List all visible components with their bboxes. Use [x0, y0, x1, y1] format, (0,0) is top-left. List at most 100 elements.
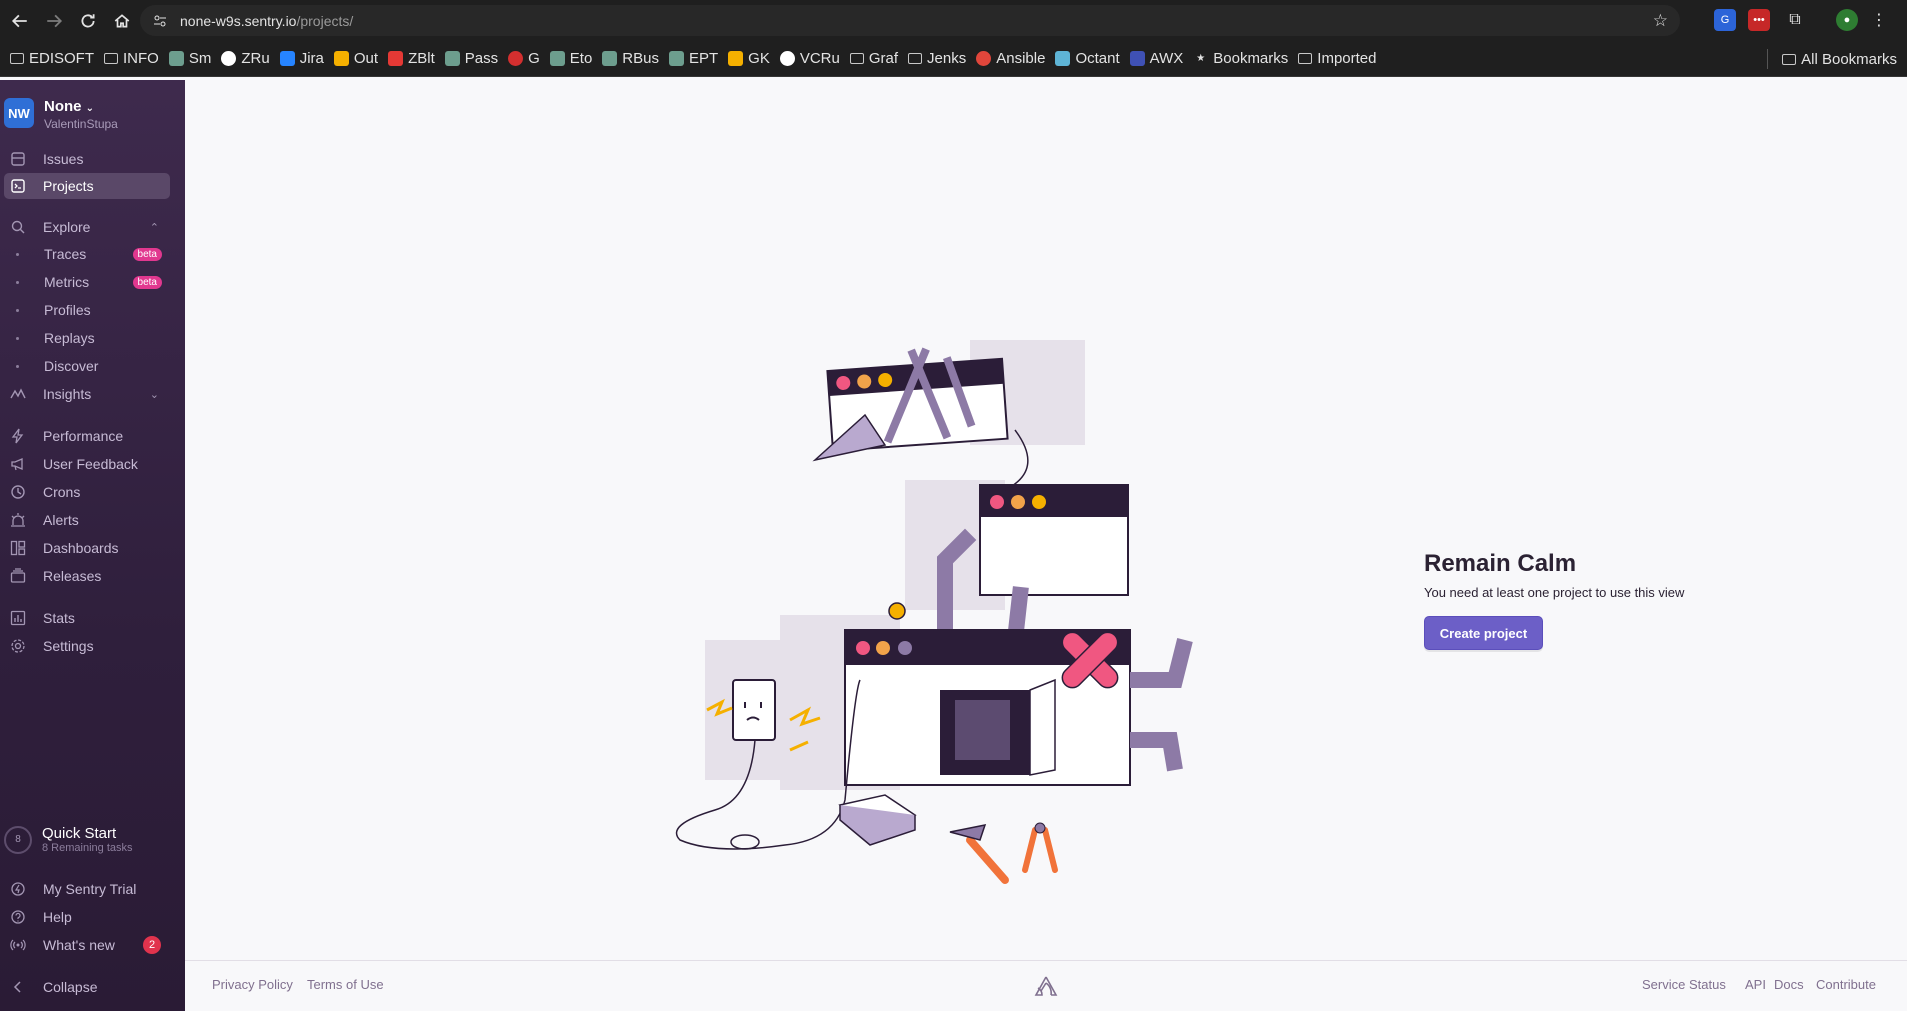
octant-icon — [1055, 51, 1071, 66]
quick-start[interactable]: 8 Quick Start 8 Remaining tasks — [4, 825, 133, 854]
star-icon: ★ — [1196, 53, 1206, 64]
browser-menu-icon[interactable]: ⋮ — [1868, 9, 1890, 31]
bullet — [16, 252, 19, 256]
sidebar-item-label: Performance — [43, 428, 124, 444]
bookmark-star-icon[interactable]: ☆ — [1653, 11, 1668, 31]
sidebar-item-settings[interactable]: Settings — [0, 633, 185, 659]
bookmark-label: ZBlt — [408, 50, 435, 67]
chevron-down-icon: ⌄ — [85, 103, 95, 114]
gear-icon — [10, 638, 26, 654]
g-icon — [508, 51, 524, 66]
bookmark-out[interactable]: Out — [333, 50, 378, 67]
sidebar-item-explore[interactable]: Explore ⌃ — [0, 214, 185, 240]
bookmark-pass[interactable]: Pass — [444, 50, 498, 67]
bookmark-zblt[interactable]: ZBlt — [388, 50, 435, 67]
translate-extension-icon[interactable]: G — [1714, 9, 1736, 31]
rbus-icon — [602, 51, 618, 66]
sidebar-item-whats-new[interactable]: What's new 2 — [0, 932, 185, 958]
privacy-policy-link[interactable]: Privacy Policy — [212, 977, 293, 992]
bookmark-jenks[interactable]: Jenks — [908, 50, 966, 67]
sidebar-collapse[interactable]: Collapse — [0, 974, 185, 1000]
bookmark-imported[interactable]: Imported — [1298, 50, 1376, 67]
ept-icon — [668, 51, 684, 66]
broadcast-icon — [10, 937, 26, 953]
bookmark-bookmarks[interactable]: ★ Bookmarks — [1193, 50, 1288, 67]
address-bar[interactable]: none-w9s.sentry.io/projects/ ☆ — [140, 5, 1680, 36]
sidebar-item-user-feedback[interactable]: User Feedback — [0, 451, 185, 477]
sidebar-item-label: Replays — [44, 330, 95, 346]
org-switcher[interactable]: NW None ⌄ ValentinStupa — [4, 98, 118, 131]
bookmark-label: EDISOFT — [29, 50, 95, 67]
empty-state-title: Remain Calm — [1424, 550, 1577, 577]
clock-icon — [10, 484, 26, 500]
globe-icon — [221, 51, 237, 66]
sidebar-item-performance[interactable]: Performance — [0, 423, 185, 449]
whats-new-count-badge: 2 — [143, 936, 161, 954]
sidebar-item-help[interactable]: Help — [0, 904, 185, 930]
sidebar-item-dashboards[interactable]: Dashboards — [0, 535, 185, 561]
site-info-icon[interactable] — [152, 13, 168, 29]
main-content: Remain Calm You need at least one projec… — [185, 80, 1907, 960]
sidebar-item-insights[interactable]: Insights ⌄ — [0, 381, 185, 407]
bookmarks-divider — [1767, 49, 1769, 69]
sentry-logo-icon[interactable] — [1034, 975, 1058, 997]
api-link[interactable]: API — [1745, 977, 1766, 992]
org-avatar: NW — [4, 98, 34, 128]
bookmark-label: ZRu — [241, 50, 270, 67]
bookmark-label: Imported — [1317, 50, 1377, 67]
sidebar-item-alerts[interactable]: Alerts — [0, 507, 185, 533]
sidebar-item-replays[interactable]: Replays — [0, 325, 185, 351]
sidebar-item-label: Alerts — [43, 512, 79, 528]
contribute-link[interactable]: Contribute — [1816, 977, 1876, 992]
bookmark-eto[interactable]: Eto — [549, 50, 592, 67]
sidebar-item-label: Explore — [43, 219, 91, 235]
sidebar-item-discover[interactable]: Discover — [0, 353, 185, 379]
terms-of-use-link[interactable]: Terms of Use — [307, 977, 384, 992]
sidebar-item-crons[interactable]: Crons — [0, 479, 185, 505]
bookmark-rbus[interactable]: RBus — [602, 50, 659, 67]
service-status-link[interactable]: Service Status — [1642, 977, 1726, 992]
bookmark-label: Jenks — [927, 50, 967, 67]
url-path: /projects/ — [296, 12, 354, 29]
folder-icon — [10, 53, 24, 64]
bookmark-awx[interactable]: AWX — [1129, 50, 1183, 67]
sidebar-item-issues[interactable]: Issues — [0, 146, 185, 172]
all-bookmarks[interactable]: All Bookmarks — [1767, 41, 1897, 77]
sidebar-item-stats[interactable]: Stats — [0, 605, 185, 631]
extensions-icon[interactable]: ⧉ — [1784, 9, 1806, 31]
sidebar-item-label: Settings — [43, 638, 94, 654]
url-site: none-w9s.sentry.io — [180, 12, 297, 29]
sidebar-item-profiles[interactable]: Profiles — [0, 297, 185, 323]
sidebar-item-trial[interactable]: My Sentry Trial — [0, 876, 185, 902]
bookmark-ansible[interactable]: Ansible — [976, 50, 1045, 67]
sidebar-item-projects[interactable]: Projects — [4, 173, 170, 199]
folder-icon — [908, 53, 923, 64]
home-icon[interactable] — [108, 7, 136, 35]
bookmark-g[interactable]: G — [508, 50, 540, 67]
profile-avatar[interactable]: ● — [1836, 9, 1858, 31]
bookmark-sm[interactable]: Sm — [168, 50, 212, 67]
password-extension-icon[interactable]: ••• — [1748, 9, 1770, 31]
bookmark-ept[interactable]: EPT — [668, 50, 718, 67]
bookmark-label: Bookmarks — [1213, 50, 1289, 67]
bookmark-jira[interactable]: Jira — [279, 50, 324, 67]
bookmark-vcru[interactable]: VCRu — [779, 50, 840, 67]
sidebar-item-traces[interactable]: Traces beta — [0, 241, 185, 267]
docs-link[interactable]: Docs — [1774, 977, 1804, 992]
reload-icon[interactable] — [74, 7, 102, 35]
sidebar-item-metrics[interactable]: Metrics beta — [0, 269, 185, 295]
bookmark-octant[interactable]: Octant — [1055, 50, 1120, 67]
bullet — [16, 336, 19, 340]
bookmark-graf[interactable]: Graf — [849, 50, 898, 67]
forward-icon[interactable] — [40, 7, 68, 35]
bookmark-zru[interactable]: ZRu — [221, 50, 270, 67]
create-project-button[interactable]: Create project — [1424, 616, 1543, 650]
sidebar-item-label: Stats — [43, 610, 75, 626]
bookmark-label: Sm — [188, 50, 212, 67]
back-icon[interactable] — [6, 7, 34, 35]
bookmark-info[interactable]: INFO — [104, 50, 159, 67]
bookmark-gk[interactable]: GK — [728, 50, 770, 67]
bookmark-label: INFO — [123, 50, 159, 67]
bookmark-edisoft[interactable]: EDISOFT — [10, 50, 94, 67]
sidebar-item-releases[interactable]: Releases — [0, 563, 185, 589]
